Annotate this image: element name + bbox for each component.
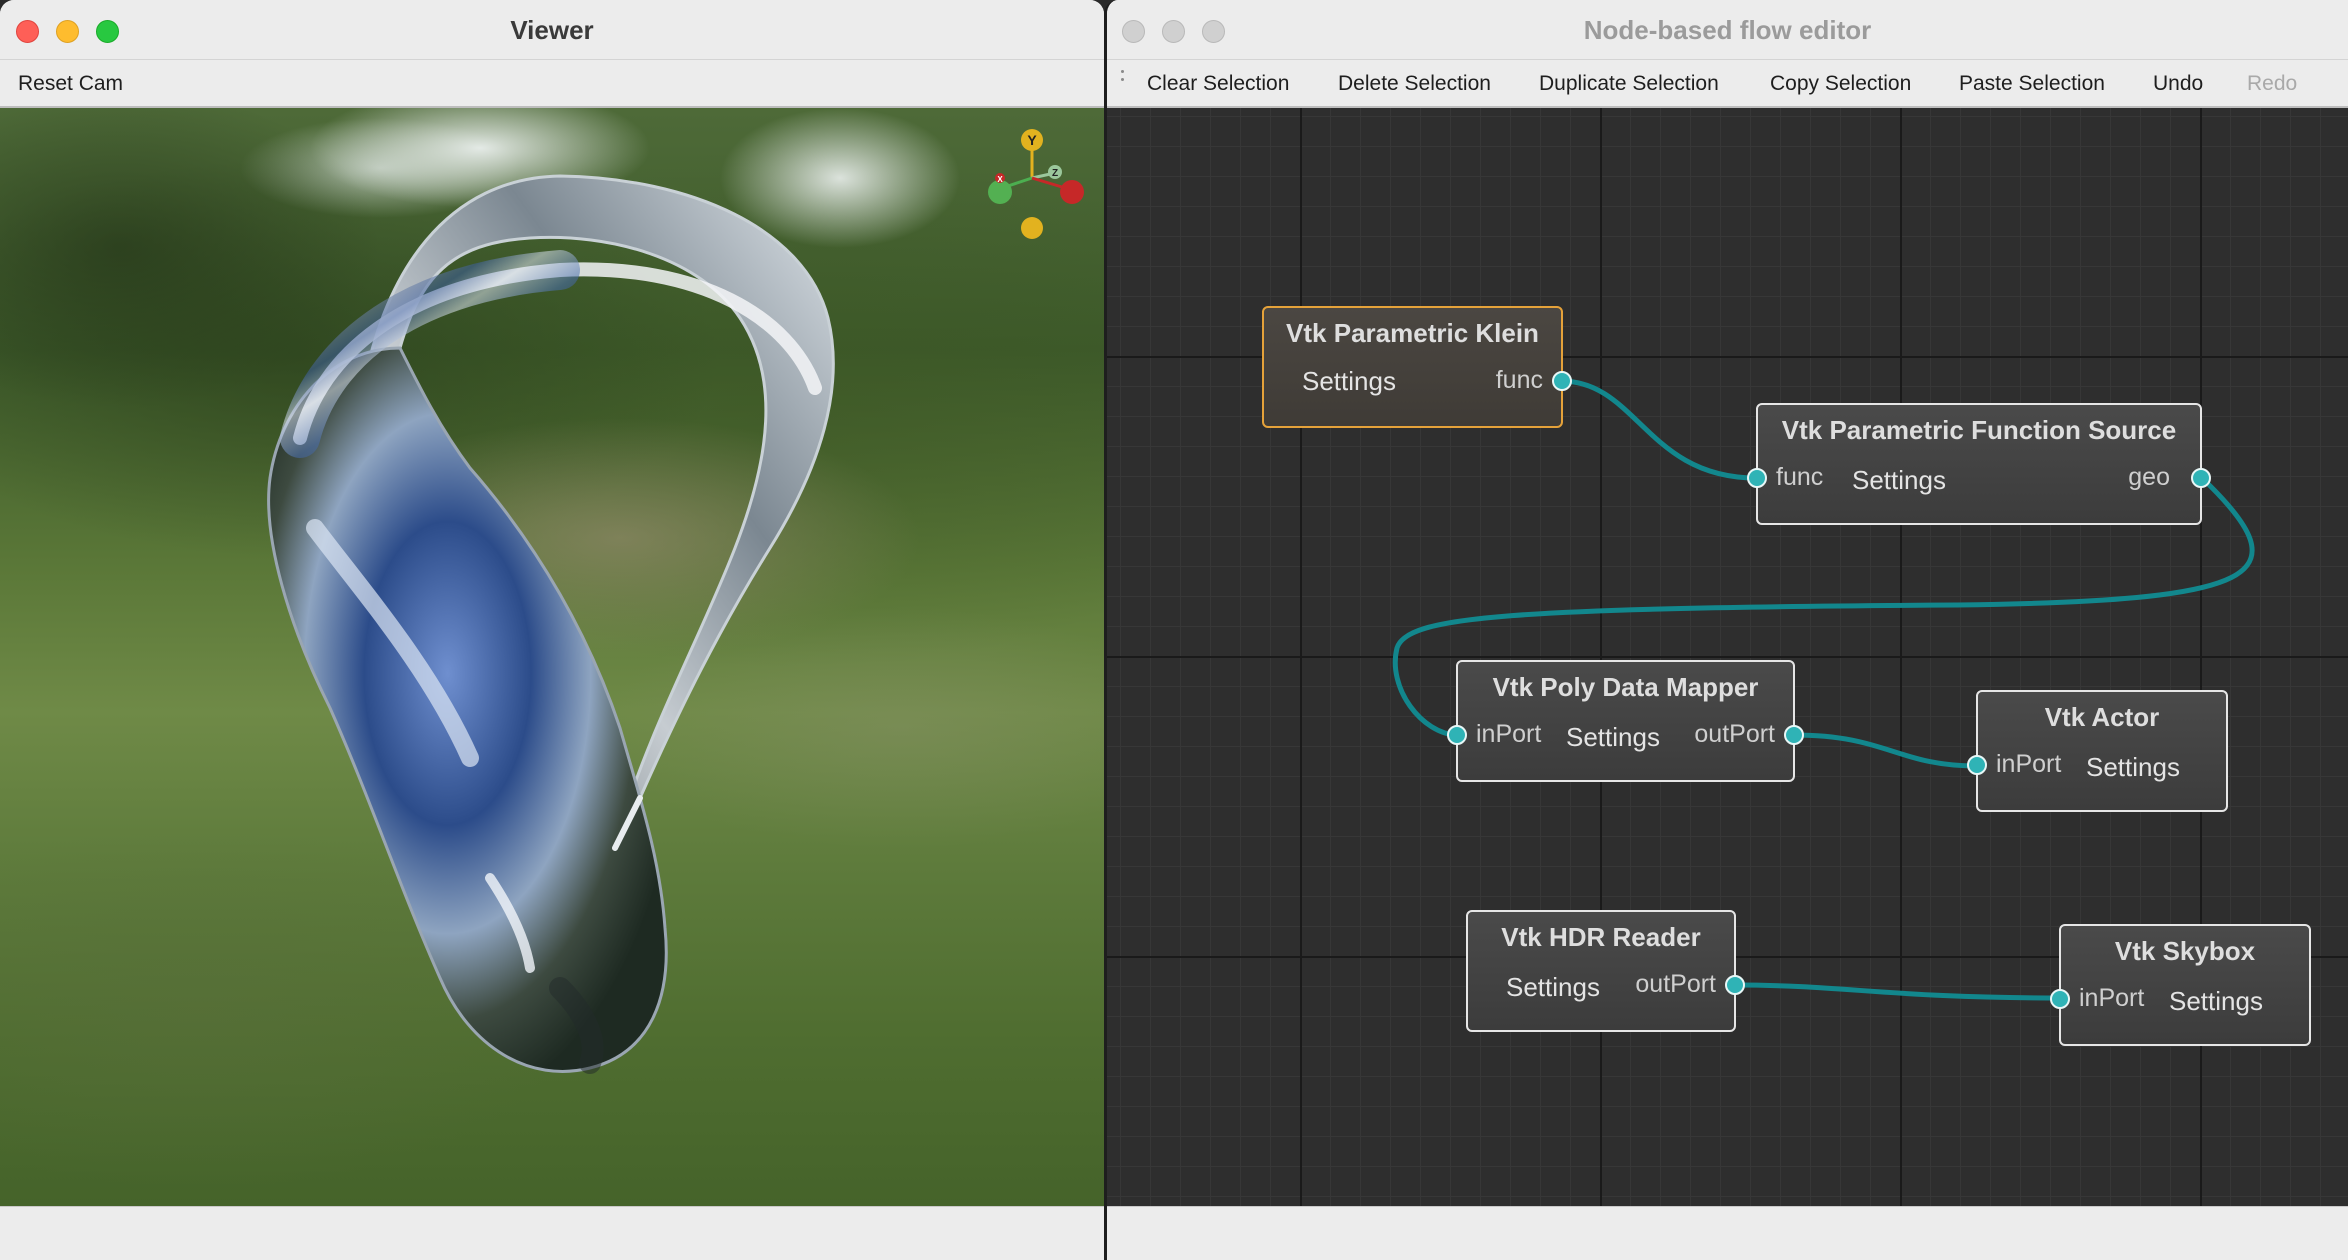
render-view[interactable]: Y Z X bbox=[0, 108, 1104, 1206]
node-title: Vtk Parametric Klein bbox=[1286, 318, 1539, 348]
axis-x-label: X bbox=[997, 175, 1003, 184]
orientation-axes-icon: Y Z X bbox=[988, 129, 1084, 239]
toolbar-grip-icon[interactable] bbox=[1121, 70, 1125, 96]
viewer-toolbar: Reset Cam bbox=[0, 60, 1104, 108]
copy-selection-button[interactable]: Copy Selection bbox=[1770, 60, 1911, 108]
connection-klein-to-source[interactable] bbox=[1560, 378, 1757, 481]
port-label-func: func bbox=[1495, 366, 1543, 394]
node-actor[interactable]: Vtk Actor inPort Settings bbox=[1967, 690, 2228, 812]
viewer-statusbar bbox=[0, 1206, 1104, 1260]
port-label-inport: inPort bbox=[2079, 984, 2145, 1012]
node-title: Vtk Skybox bbox=[2114, 936, 2256, 966]
input-port-inport[interactable] bbox=[1447, 725, 1467, 745]
axis-y-label: Y bbox=[1027, 132, 1037, 148]
flow-editor-window: Node-based flow editor Clear Selection D… bbox=[1104, 0, 2348, 1260]
flow-editor-statusbar bbox=[1107, 1206, 2348, 1260]
port-label-inport: inPort bbox=[1996, 750, 2062, 778]
input-port-inport[interactable] bbox=[1967, 755, 1987, 775]
node-hdr-reader[interactable]: Vtk HDR Reader Settings outPort bbox=[1466, 910, 1745, 1032]
node-parametric-function-source[interactable]: Vtk Parametric Function Source func Sett… bbox=[1747, 403, 2211, 525]
output-port-geo[interactable] bbox=[2191, 468, 2211, 488]
node-settings-button[interactable]: Settings bbox=[2169, 986, 2263, 1017]
port-label-func: func bbox=[1776, 463, 1824, 491]
output-port-func[interactable] bbox=[1552, 371, 1572, 391]
node-canvas[interactable]: Vtk Parametric Klein Settings func Vtk P… bbox=[1107, 108, 2348, 1206]
port-label-inport: inPort bbox=[1476, 720, 1542, 748]
viewer-titlebar[interactable]: Viewer bbox=[0, 0, 1104, 60]
connection-mapper-to-actor[interactable] bbox=[1793, 732, 1978, 769]
node-title: Vtk Parametric Function Source bbox=[1781, 415, 2177, 445]
flow-editor-title: Node-based flow editor bbox=[1583, 15, 1872, 45]
node-title: Vtk Poly Data Mapper bbox=[1492, 672, 1759, 702]
node-settings-button[interactable]: Settings bbox=[1566, 722, 1660, 753]
input-port-inport[interactable] bbox=[2050, 989, 2070, 1009]
port-label-geo: geo bbox=[2128, 463, 2170, 491]
reset-cam-button[interactable]: Reset Cam bbox=[18, 60, 123, 108]
klein-bottle-surface bbox=[267, 174, 835, 1074]
node-skybox[interactable]: Vtk Skybox inPort Settings bbox=[2050, 924, 2311, 1046]
axis-z-label: Z bbox=[1052, 168, 1058, 179]
node-poly-data-mapper[interactable]: Vtk Poly Data Mapper inPort Settings out… bbox=[1447, 660, 1804, 782]
undo-button[interactable]: Undo bbox=[2153, 60, 2203, 108]
input-port-func[interactable] bbox=[1747, 468, 1767, 488]
output-port-outport[interactable] bbox=[1725, 975, 1745, 995]
node-settings-button[interactable]: Settings bbox=[2086, 752, 2180, 783]
node-settings-button[interactable]: Settings bbox=[1302, 366, 1396, 397]
paste-selection-button[interactable]: Paste Selection bbox=[1959, 60, 2105, 108]
node-parametric-klein[interactable]: Vtk Parametric Klein Settings func bbox=[1262, 306, 1572, 428]
clear-selection-button[interactable]: Clear Selection bbox=[1147, 60, 1289, 108]
viewer-title: Viewer bbox=[510, 15, 594, 45]
flow-editor-toolbar: Clear Selection Delete Selection Duplica… bbox=[1107, 60, 2348, 108]
port-label-outport: outPort bbox=[1694, 720, 1775, 748]
port-label-outport: outPort bbox=[1635, 970, 1716, 998]
output-port-outport[interactable] bbox=[1784, 725, 1804, 745]
node-settings-button[interactable]: Settings bbox=[1852, 465, 1946, 496]
node-title: Vtk Actor bbox=[2044, 702, 2160, 732]
node-settings-button[interactable]: Settings bbox=[1506, 972, 1600, 1003]
connection-hdr-to-skybox[interactable] bbox=[1733, 982, 2063, 1001]
delete-selection-button[interactable]: Delete Selection bbox=[1338, 60, 1491, 108]
viewer-window: Viewer Reset Cam Y Z X bbox=[0, 0, 1104, 1260]
flow-editor-titlebar[interactable]: Node-based flow editor bbox=[1107, 0, 2348, 60]
node-title: Vtk HDR Reader bbox=[1501, 922, 1701, 952]
redo-button: Redo bbox=[2247, 72, 2298, 95]
duplicate-selection-button[interactable]: Duplicate Selection bbox=[1539, 60, 1719, 108]
